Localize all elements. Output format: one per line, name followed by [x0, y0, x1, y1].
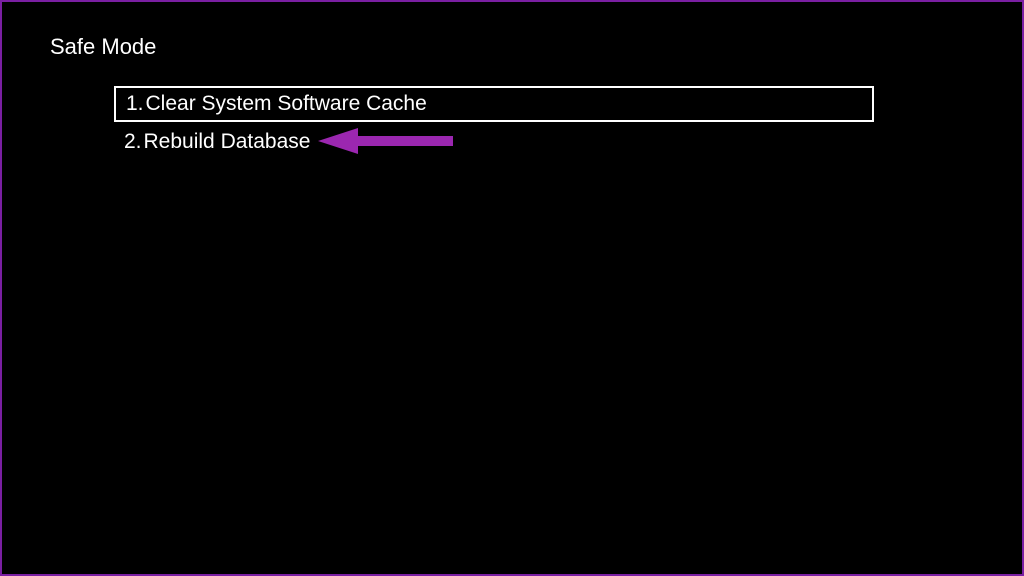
menu-item-label: Rebuild Database: [144, 130, 311, 154]
menu-item-label: Clear System Software Cache: [146, 92, 427, 116]
menu-item-clear-cache[interactable]: 1. Clear System Software Cache: [114, 86, 874, 122]
page-title: Safe Mode: [50, 34, 156, 60]
menu-item-number: 1.: [126, 92, 144, 116]
menu-item-number: 2.: [124, 130, 142, 154]
safe-mode-menu: 1. Clear System Software Cache 2. Rebuil…: [114, 86, 874, 162]
menu-item-rebuild-database[interactable]: 2. Rebuild Database: [114, 124, 874, 160]
